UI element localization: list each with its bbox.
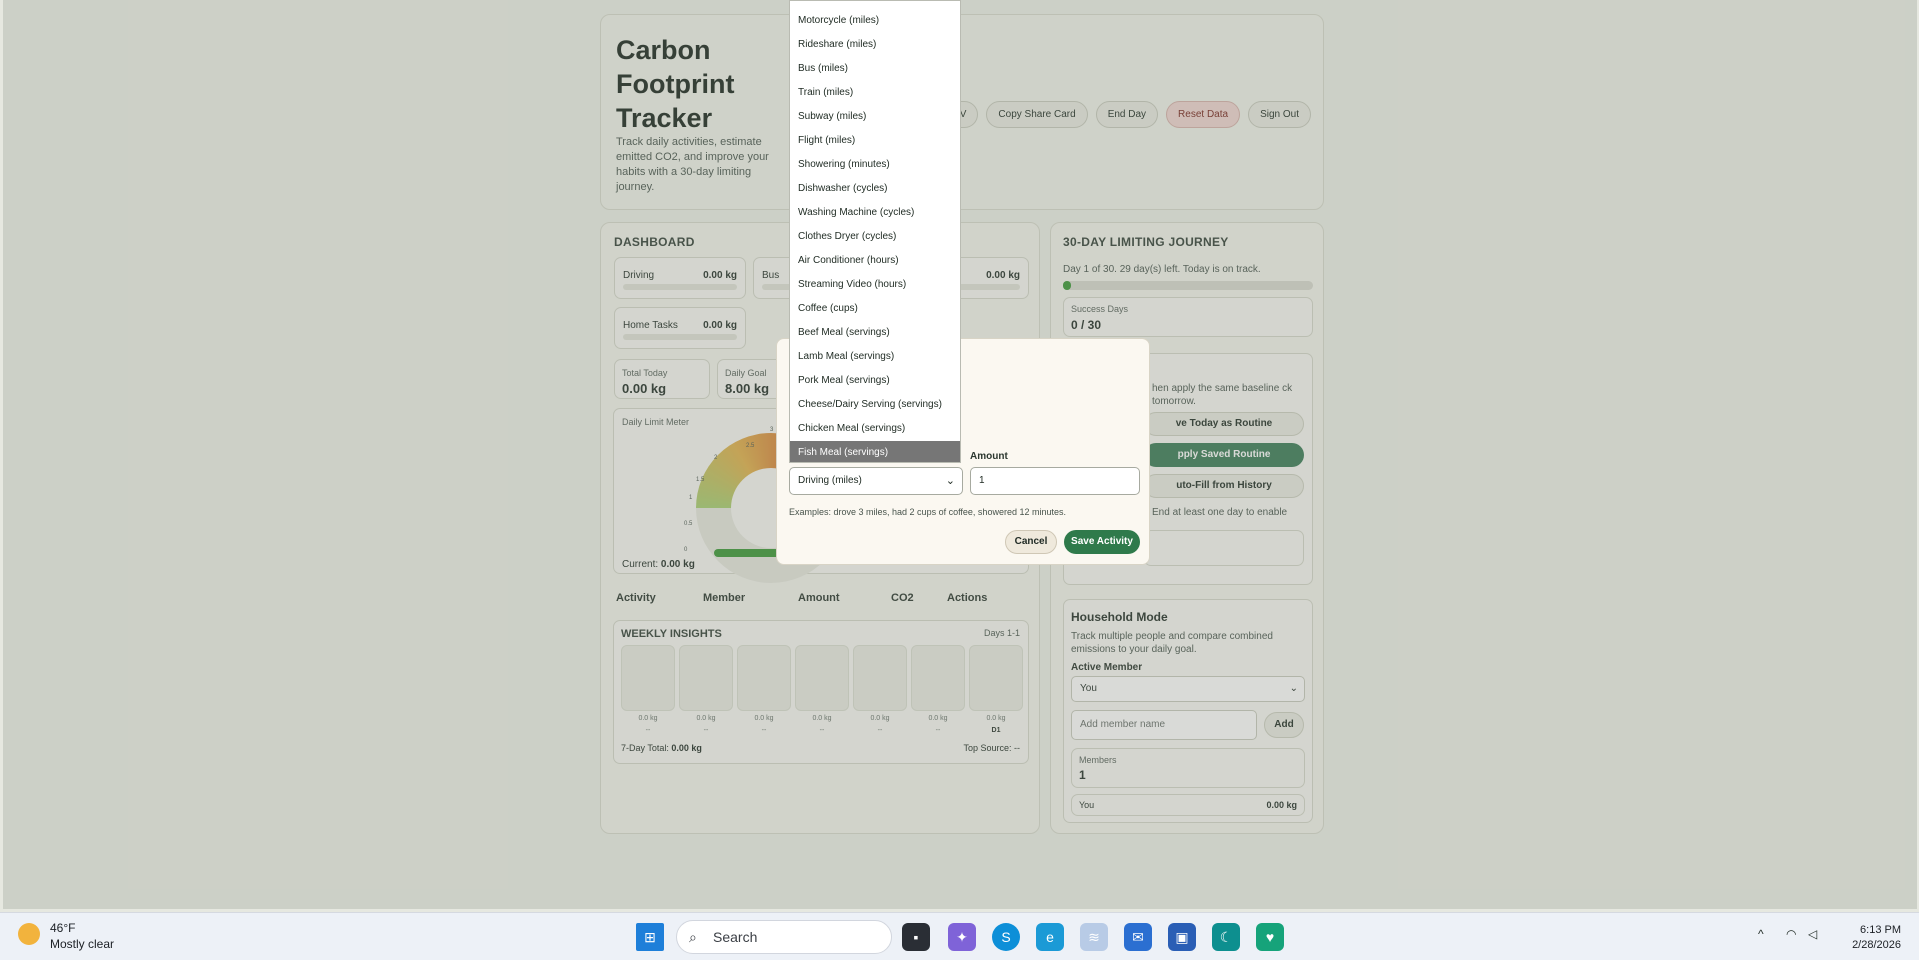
app-icon[interactable]: ☾ — [1212, 923, 1240, 951]
chevron-down-icon: ⌄ — [945, 475, 955, 487]
start-icon[interactable]: ⊞ — [636, 923, 664, 951]
search-icon: ⌕ — [689, 929, 697, 945]
dropdown-option[interactable]: Bus (miles) — [790, 57, 960, 81]
dropdown-option[interactable]: Train (miles) — [790, 81, 960, 105]
taskbar-search[interactable]: ⌕ Search — [676, 920, 892, 954]
save-activity-button[interactable]: Save Activity — [1064, 530, 1140, 554]
dropdown-option[interactable]: Rideshare (miles) — [790, 33, 960, 57]
moon-icon — [18, 923, 40, 945]
volume-icon[interactable]: ◁ — [1808, 927, 1817, 941]
active-app-icon[interactable]: ♥ — [1256, 923, 1284, 951]
amount-input[interactable]: 1 — [970, 467, 1140, 495]
dropdown-option[interactable]: Chicken Meal (servings) — [790, 417, 960, 441]
modal-hint: Examples: drove 3 miles, had 2 cups of c… — [789, 507, 1066, 517]
vscode-icon[interactable]: ≋ — [1080, 923, 1108, 951]
store-icon[interactable]: ▣ — [1168, 923, 1196, 951]
dropdown-option[interactable]: Clothes Dryer (cycles) — [790, 225, 960, 249]
dropdown-option[interactable]: Cheese/Dairy Serving (servings) — [790, 393, 960, 417]
dropdown-option[interactable]: Pork Meal (servings) — [790, 369, 960, 393]
dropdown-option[interactable]: Air Conditioner (hours) — [790, 249, 960, 273]
dropdown-option[interactable]: Lamb Meal (servings) — [790, 345, 960, 369]
dropdown-option[interactable]: Coffee (cups) — [790, 297, 960, 321]
activity-dropdown-list[interactable]: Motorcycle (miles) Rideshare (miles) Bus… — [789, 0, 961, 463]
copilot-icon[interactable]: ✦ — [948, 923, 976, 951]
amount-label: Amount — [970, 451, 1008, 462]
browser-viewport: Carbon Footprint Tracker Track daily act… — [3, 0, 1917, 909]
cancel-button[interactable]: Cancel — [1005, 530, 1057, 554]
dropdown-option[interactable]: Subway (miles) — [790, 105, 960, 129]
task-view-icon[interactable]: ▪ — [902, 923, 930, 951]
system-clock[interactable]: 6:13 PM 2/28/2026 — [1852, 923, 1901, 953]
chevron-up-icon[interactable]: ^ — [1758, 927, 1764, 941]
dropdown-option[interactable]: Showering (minutes) — [790, 153, 960, 177]
dropdown-clipped-top — [790, 1, 960, 9]
dropdown-option[interactable]: Streaming Video (hours) — [790, 273, 960, 297]
dropdown-option[interactable]: Washing Machine (cycles) — [790, 201, 960, 225]
taskbar: 46°F Mostly clear ⊞ ⌕ Search ▪ ✦ S e ≋ ✉… — [0, 912, 1919, 960]
dropdown-option[interactable]: Motorcycle (miles) — [790, 9, 960, 33]
dropdown-option-selected[interactable]: Fish Meal (servings) — [790, 441, 960, 462]
activity-select[interactable]: Driving (miles) ⌄ — [789, 467, 963, 495]
dropdown-option[interactable]: Beef Meal (servings) — [790, 321, 960, 345]
skype-icon[interactable]: S — [992, 923, 1020, 951]
edge-icon[interactable]: e — [1036, 923, 1064, 951]
outlook-icon[interactable]: ✉ — [1124, 923, 1152, 951]
dropdown-option[interactable]: Flight (miles) — [790, 129, 960, 153]
wifi-icon[interactable]: ◠ — [1786, 927, 1796, 941]
dropdown-option[interactable]: Dishwasher (cycles) — [790, 177, 960, 201]
